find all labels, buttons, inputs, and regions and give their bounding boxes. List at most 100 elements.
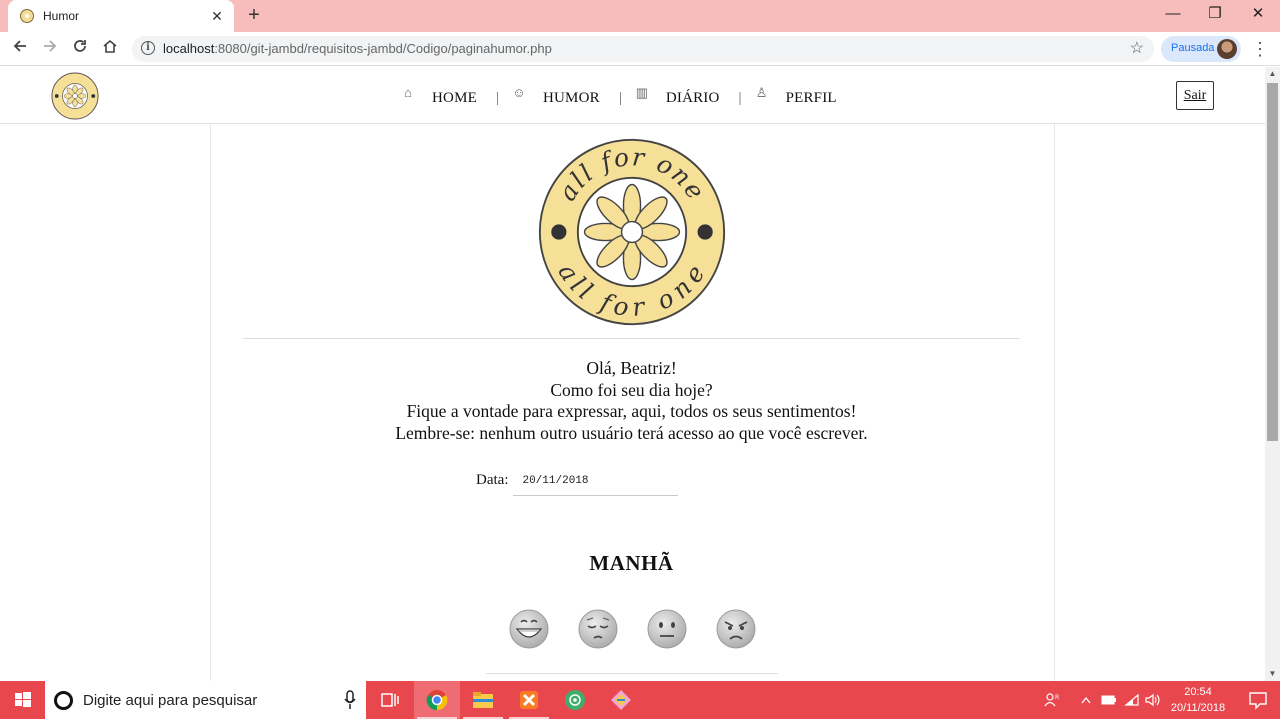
app-icon[interactable] (552, 681, 598, 719)
date-field[interactable]: 20/11/2018 (513, 470, 679, 496)
nav-perfil-label: PERFIL (785, 89, 837, 106)
speaker-glyph (1145, 693, 1160, 707)
greeting-text: Olá, Beatriz! Como foi seu dia hoje? Fiq… (243, 358, 1020, 444)
grinning-face-icon[interactable] (509, 609, 549, 649)
home-button[interactable] (98, 37, 122, 61)
task-view-icon[interactable] (367, 681, 413, 719)
url-path: :8080/git-jambd/requisitos-jambd/Codigo/… (214, 41, 552, 56)
greeting-invite: Fique a vontade para expressar, aqui, to… (406, 401, 857, 421)
scroll-up-icon[interactable]: ▲ (1265, 67, 1280, 81)
system-clock[interactable]: 20:54 20/11/2018 (1163, 684, 1233, 716)
angry-face-icon[interactable] (716, 609, 756, 649)
cortana-icon[interactable] (54, 691, 73, 710)
globe-app-icon (565, 690, 585, 710)
taskbar-search[interactable]: Digite aqui para pesquisar (45, 681, 366, 719)
forward-arrow-icon (44, 40, 57, 52)
chevron-up-icon (1081, 696, 1091, 704)
scrollbar[interactable]: ▲ ▼ (1265, 67, 1280, 681)
back-arrow-icon (13, 40, 26, 52)
wifi-glyph (1124, 694, 1139, 706)
tab-title: Humor (43, 9, 80, 23)
nav-separator: | (495, 89, 499, 106)
home-icon (103, 39, 117, 53)
chrome-icon (426, 690, 448, 711)
main-menu: ⌂ HOME | ☺ HUMOR | ▥ DIÁRIO | ♙ PERFIL (398, 85, 837, 109)
windows-start-icon[interactable] (0, 681, 45, 719)
folder-icon (473, 692, 493, 708)
people-icon[interactable]: R (1040, 681, 1064, 719)
mood-icon: ☺ (512, 85, 526, 100)
neutral-face-icon[interactable] (647, 609, 687, 649)
notification-center-icon[interactable] (1235, 681, 1280, 719)
battery-icon[interactable] (1098, 681, 1120, 719)
mood-selector (509, 609, 756, 649)
brand-logo[interactable] (51, 72, 99, 120)
reload-button[interactable] (68, 37, 92, 61)
greeting-hello: Olá, Beatriz! (586, 358, 677, 378)
home-icon: ⌂ (404, 85, 412, 100)
user-icon: ♙ (755, 85, 768, 100)
bookmark-star-icon[interactable]: ☆ (1130, 38, 1144, 58)
close-window-button[interactable]: ✕ (1235, 0, 1280, 30)
all-for-one-logo: all for one all for one (538, 138, 726, 326)
nav-diario[interactable]: ▥ DIÁRIO (632, 85, 720, 107)
taskbar: Digite aqui para pesquisar R 20:54 20/11… (0, 681, 1280, 719)
nav-perfil[interactable]: ♙ PERFIL (752, 85, 837, 107)
file-explorer-icon[interactable] (460, 681, 506, 719)
task-view-glyph (381, 693, 399, 707)
pensive-face-icon[interactable] (578, 609, 618, 649)
svg-text:R: R (1055, 694, 1059, 701)
nav-separator: | (618, 89, 622, 106)
scroll-thumb[interactable] (1267, 83, 1278, 441)
flower-favicon-icon (20, 9, 34, 23)
profile-status: Pausada (1171, 42, 1215, 54)
greeting-question: Como foi seu dia hoje? (550, 379, 713, 400)
microphone-icon[interactable] (344, 690, 356, 710)
battery-glyph (1101, 695, 1116, 705)
git-diamond-icon (611, 690, 631, 710)
git-icon[interactable] (598, 681, 644, 719)
xampp-logo-icon (520, 691, 538, 709)
date-label: Data: (476, 472, 509, 488)
volume-icon[interactable] (1143, 681, 1163, 719)
tab-strip: Humor ✕ + — ❐ ✕ (0, 0, 1280, 32)
nav-humor[interactable]: ☺ HUMOR (509, 85, 600, 107)
url-host: localhost (163, 41, 215, 56)
divider (243, 338, 1020, 339)
show-hidden-icons-icon[interactable] (1076, 681, 1096, 719)
close-tab-icon[interactable]: ✕ (209, 8, 225, 24)
info-icon[interactable]: i (141, 41, 155, 55)
address-bar[interactable]: i localhost:8080/git-jambd/requisitos-ja… (132, 36, 1154, 62)
minimize-button[interactable]: — (1150, 0, 1196, 30)
search-placeholder: Digite aqui para pesquisar (83, 692, 258, 709)
page-viewport: ⌂ HOME | ☺ HUMOR | ▥ DIÁRIO | ♙ PERFIL S… (0, 67, 1265, 681)
browser-toolbar: i localhost:8080/git-jambd/requisitos-ja… (0, 32, 1280, 66)
tab-humor[interactable]: Humor ✕ (8, 0, 234, 32)
new-tab-button[interactable]: + (244, 5, 264, 25)
chrome-taskbar-icon[interactable] (414, 681, 460, 719)
date-row: Data: 20/11/2018 (476, 470, 679, 496)
restore-button[interactable]: ❐ (1192, 0, 1238, 30)
period-title: MANHÃ (589, 551, 674, 575)
nav-home[interactable]: ⌂ HOME (398, 85, 477, 107)
nav-home-label: HOME (432, 89, 477, 106)
divider (486, 673, 778, 674)
scroll-down-icon[interactable]: ▼ (1265, 667, 1280, 681)
logout-button[interactable]: Sair (1176, 81, 1214, 110)
xampp-icon[interactable] (506, 681, 552, 719)
site-navbar: ⌂ HOME | ☺ HUMOR | ▥ DIÁRIO | ♙ PERFIL S… (0, 67, 1265, 124)
reload-icon (74, 40, 86, 52)
profile-button[interactable]: Pausada (1161, 36, 1241, 62)
greeting-privacy: Lembre-se: nenhum outro usuário terá ace… (395, 422, 868, 443)
diary-icon: ▥ (635, 85, 648, 100)
wifi-icon[interactable] (1122, 681, 1142, 719)
clock-time: 20:54 (1184, 686, 1212, 698)
nav-diario-label: DIÁRIO (665, 89, 720, 106)
people-glyph: R (1044, 693, 1059, 707)
forward-button[interactable] (38, 37, 62, 61)
nav-humor-label: HUMOR (542, 89, 600, 106)
menu-icon[interactable]: ⋮ (1251, 37, 1269, 61)
nav-separator: | (738, 89, 742, 106)
back-button[interactable] (8, 37, 32, 61)
url-text: localhost:8080/git-jambd/requisitos-jamb… (163, 41, 552, 56)
